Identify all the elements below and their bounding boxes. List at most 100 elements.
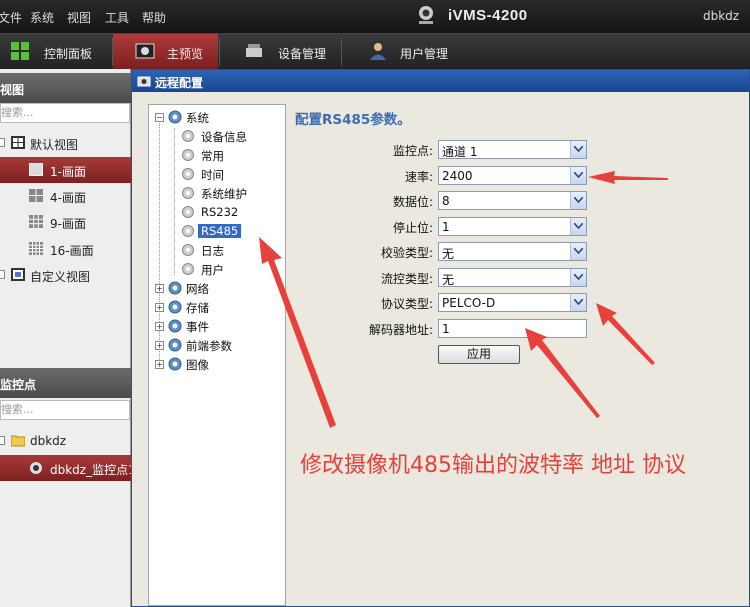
dialog-body: − 系统 设备信息 常用 时间 系统维护 RS232 RS485 日志 用户 +…	[135, 92, 747, 606]
stop-bits-select[interactable]: 1	[438, 217, 587, 236]
monitor-panel-header[interactable]: 监控点	[0, 368, 131, 398]
view-item-1[interactable]: 1-画面	[0, 157, 131, 183]
view-item-9[interactable]: 9-画面	[0, 209, 131, 235]
gear-icon	[182, 168, 194, 180]
single-screen-icon	[29, 163, 43, 176]
dropdown-arrow[interactable]	[570, 141, 586, 158]
expand-toggle[interactable]: +	[155, 303, 164, 312]
field-label: 校验类型:	[380, 246, 433, 260]
select-value: 无	[442, 273, 455, 287]
select-value: PELCO-D	[442, 296, 496, 310]
tree-item-default-view[interactable]: 默认视图	[0, 130, 131, 156]
webcam-logo-icon	[419, 6, 433, 24]
grid-icon	[11, 42, 29, 60]
tree-label: RS485	[198, 224, 242, 238]
chevron-down-icon	[574, 172, 583, 178]
app-title: iVMS-4200	[448, 7, 528, 24]
tree-label: 事件	[186, 320, 209, 334]
tab-label: 主预览	[167, 47, 204, 61]
user-icon	[370, 43, 386, 60]
globe-gear-icon	[168, 110, 182, 124]
menu-tools[interactable]: 工具	[105, 9, 129, 26]
gear-icon	[182, 206, 194, 218]
apply-button[interactable]: 应用	[438, 345, 520, 364]
collapse-toggle[interactable]	[0, 436, 5, 445]
select-value: 无	[442, 247, 455, 261]
dropdown-arrow[interactable]	[570, 167, 586, 184]
dropdown-arrow[interactable]	[570, 294, 586, 311]
channel-select[interactable]: 通道 1	[438, 140, 587, 159]
field-label: 监控点:	[392, 144, 433, 158]
globe-gear-icon	[168, 357, 182, 371]
menu-file[interactable]: 文件	[0, 9, 22, 26]
monitor-search-input[interactable]: 搜索...	[0, 400, 130, 420]
input-value: 1	[442, 322, 450, 336]
tree-label: 时间	[201, 168, 224, 182]
chevron-down-icon	[574, 274, 583, 280]
expand-toggle[interactable]: +	[155, 322, 164, 331]
globe-gear-icon	[168, 300, 182, 314]
baud-rate-select[interactable]: 2400	[438, 166, 587, 185]
custom-view-icon	[11, 268, 25, 281]
data-bits-select[interactable]: 8	[438, 191, 587, 210]
dialog-title-bar[interactable]: 远程配置	[132, 70, 749, 92]
dropdown-arrow[interactable]	[570, 218, 586, 235]
field-label: 停止位:	[392, 221, 433, 235]
tab-label: 控制面板	[44, 47, 93, 61]
decoder-address-input[interactable]: 1	[438, 319, 587, 338]
tree-label: 默认视图	[30, 138, 79, 152]
gear-icon	[182, 263, 194, 275]
protocol-select[interactable]: PELCO-D	[438, 293, 587, 312]
tree-label: 图像	[186, 358, 209, 372]
field-label: 流控类型:	[380, 272, 433, 286]
user-name[interactable]: dbkdz	[703, 9, 739, 23]
view-item-16[interactable]: 16-画面	[0, 236, 131, 262]
field-label: 协议类型:	[380, 297, 433, 311]
gear-icon	[182, 225, 194, 237]
sixteen-screen-icon	[29, 242, 43, 255]
expand-toggle[interactable]: +	[155, 360, 164, 369]
globe-gear-icon	[168, 338, 182, 352]
menu-view[interactable]: 视图	[67, 9, 91, 26]
select-value: 2400	[442, 169, 473, 183]
tab-main-preview[interactable]: 主预览	[113, 34, 218, 70]
menu-help[interactable]: 帮助	[142, 9, 166, 26]
expand-toggle[interactable]: +	[155, 341, 164, 350]
select-value: 8	[442, 194, 450, 208]
tab-user-management[interactable]: 用户管理	[342, 34, 462, 70]
tree-label: RS232	[201, 205, 239, 219]
tree-item-group[interactable]: dbkdz	[0, 428, 131, 454]
tree-label: 16-画面	[50, 244, 94, 258]
dropdown-arrow[interactable]	[570, 243, 586, 260]
expand-toggle[interactable]	[0, 270, 5, 279]
globe-gear-icon	[168, 319, 182, 333]
config-title: 配置RS485参数。	[295, 112, 411, 128]
gear-icon	[182, 244, 194, 256]
tab-device-management[interactable]: 设备管理	[220, 34, 340, 70]
chevron-down-icon	[574, 299, 583, 305]
flow-control-select[interactable]: 无	[438, 268, 587, 287]
tab-control-panel[interactable]: 控制面板	[0, 34, 110, 70]
gear-icon	[182, 149, 194, 161]
dropdown-arrow[interactable]	[570, 192, 586, 209]
field-label: 解码器地址:	[368, 323, 433, 337]
folder-icon	[11, 435, 25, 447]
tree-label: 系统维护	[201, 187, 247, 201]
chevron-down-icon	[574, 248, 583, 254]
dialog-title: 远程配置	[155, 76, 204, 90]
view-search-input[interactable]: 搜索...	[0, 103, 130, 123]
view-panel-header[interactable]: 视图	[0, 73, 131, 103]
tree-label: 前端参数	[186, 339, 232, 353]
expand-toggle[interactable]: +	[155, 284, 164, 293]
chevron-down-icon	[574, 197, 583, 203]
camera-item[interactable]: dbkdz_监控点1	[0, 455, 136, 481]
tree-item-custom-view[interactable]: 自定义视图	[0, 262, 131, 288]
remote-config-icon	[137, 76, 151, 87]
dropdown-arrow[interactable]	[570, 269, 586, 286]
collapse-toggle[interactable]	[0, 138, 5, 147]
parity-select[interactable]: 无	[438, 242, 587, 261]
view-item-4[interactable]: 4-画面	[0, 183, 131, 209]
collapse-toggle[interactable]: −	[155, 113, 164, 122]
menu-system[interactable]: 系统	[30, 9, 54, 26]
remote-config-dialog: 远程配置 − 系统 设备信息 常用 时间 系统维护 RS232 RS485 日志…	[131, 69, 750, 607]
